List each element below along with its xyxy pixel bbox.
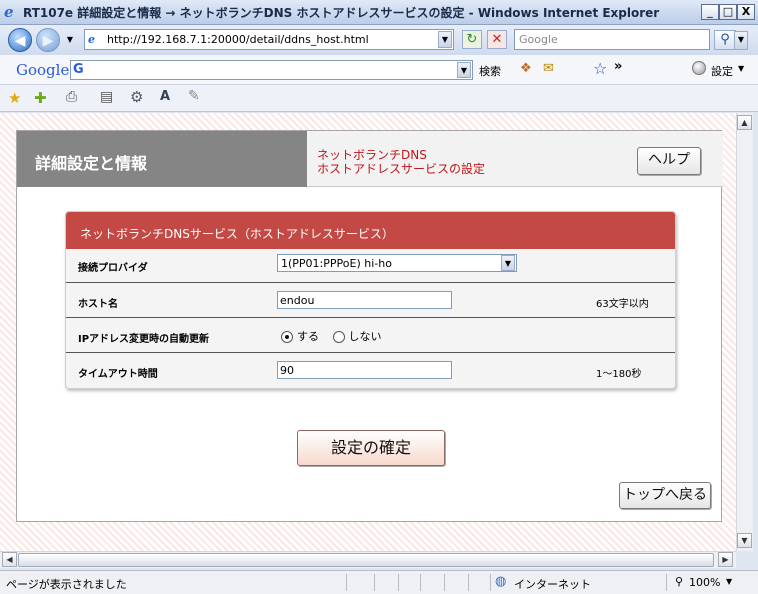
- radio-yes[interactable]: する: [281, 330, 319, 343]
- command-bar: ★ ✚ ⎙ ▤ ⚙ A ✎: [0, 85, 758, 112]
- chevron-down-icon[interactable]: ▼: [501, 255, 515, 271]
- search-input[interactable]: Google: [514, 29, 710, 50]
- form-row-auto-update: IPアドレス変更時の自動更新 する しない: [66, 318, 675, 353]
- stop-icon[interactable]: ✕: [487, 30, 507, 49]
- timeout-input[interactable]: 90: [277, 361, 452, 379]
- bookmark-icon[interactable]: ✉: [543, 61, 554, 76]
- google-settings-button[interactable]: 設定: [711, 63, 733, 79]
- url-text: http://192.168.7.1:20000/detail/ddns_hos…: [107, 33, 369, 46]
- forward-button[interactable]: ▶: [36, 28, 60, 52]
- google-logo: Google: [16, 61, 70, 79]
- vertical-scrollbar[interactable]: ▲ ▼: [736, 113, 753, 551]
- history-dropdown-icon[interactable]: ▼: [63, 32, 77, 49]
- auto-update-label: IPアドレス変更時の自動更新: [78, 334, 210, 345]
- radio-unchecked-icon[interactable]: [332, 331, 345, 343]
- status-text: ページが表示されました: [6, 578, 127, 591]
- page-subtitle: ネットボランチDNS ホストアドレスサービスの設定: [317, 148, 485, 176]
- google-dropdown-icon[interactable]: ▼: [457, 62, 471, 78]
- ie-logo-icon: e: [4, 3, 14, 21]
- form-row-hostname: ホスト名 endou 63文字以内: [66, 283, 675, 318]
- scroll-right-icon[interactable]: ▶: [718, 552, 733, 567]
- google-g-icon: G: [73, 62, 84, 77]
- confirm-settings-button[interactable]: 設定の確定: [297, 430, 445, 466]
- text-size-icon[interactable]: A: [160, 89, 170, 104]
- form-title: ネットボランチDNSサービス（ホストアドレスサービス）: [66, 212, 675, 249]
- hostname-note: 63文字以内: [596, 299, 649, 310]
- zoom-dropdown-icon[interactable]: ▼: [726, 577, 732, 586]
- scroll-left-icon[interactable]: ◀: [2, 552, 17, 567]
- page-icon: e: [88, 32, 95, 46]
- scroll-up-icon[interactable]: ▲: [737, 115, 752, 130]
- radio-checked-icon[interactable]: [281, 331, 293, 343]
- page-menu-icon[interactable]: ▤: [100, 89, 113, 105]
- scroll-down-icon[interactable]: ▼: [737, 533, 752, 548]
- google-search-input[interactable]: G ▼: [70, 60, 473, 80]
- provider-select[interactable]: 1(PP01:PPPoE) hi-ho ▼: [277, 254, 517, 272]
- tools-gear-icon[interactable]: ⚙: [130, 88, 143, 106]
- page-title: 詳細設定と情報: [17, 131, 307, 187]
- settings-icon: [692, 61, 706, 75]
- pen-icon[interactable]: ✎: [188, 88, 200, 104]
- print-icon[interactable]: ⎙: [66, 89, 77, 105]
- favorites-star-icon[interactable]: ★: [8, 89, 21, 107]
- window-title: RT107e 詳細設定と情報 → ネットボランチDNS ホストアドレスサービスの…: [23, 5, 660, 20]
- zone-text: インターネット: [514, 578, 591, 591]
- pagerank-icon[interactable]: ❖: [520, 61, 532, 76]
- navigation-bar: ◀ ▶ ▼ e http://192.168.7.1:20000/detail/…: [0, 25, 758, 55]
- radio-yes-label: する: [297, 330, 319, 343]
- hostname-input[interactable]: endou: [277, 291, 452, 309]
- internet-zone-icon: ◍: [495, 574, 507, 589]
- hostname-label: ホスト名: [78, 299, 118, 310]
- provider-label: 接続プロバイダ: [78, 263, 148, 274]
- timeout-note: 1〜180秒: [596, 369, 642, 380]
- add-favorite-icon[interactable]: ✚: [34, 89, 47, 107]
- form-row-provider: 接続プロバイダ 1(PP01:PPPoE) hi-ho ▼: [66, 249, 675, 283]
- search-icon[interactable]: ⚲: [714, 30, 736, 50]
- google-search-button[interactable]: 検索: [479, 63, 501, 79]
- back-button[interactable]: ◀: [8, 28, 32, 52]
- star-icon[interactable]: ☆: [593, 59, 607, 78]
- horizontal-scrollbar[interactable]: ◀ ▶: [0, 551, 736, 568]
- more-chevron-icon[interactable]: »: [614, 59, 622, 74]
- radio-no-label: しない: [348, 330, 382, 343]
- settings-panel: 詳細設定と情報 ネットボランチDNS ホストアドレスサービスの設定 ヘルプ ネッ…: [16, 130, 723, 522]
- zoom-icon[interactable]: ⚲: [675, 575, 683, 588]
- title-bar[interactable]: e RT107e 詳細設定と情報 → ネットボランチDNS ホストアドレスサービ…: [0, 0, 758, 25]
- help-button[interactable]: ヘルプ: [637, 147, 701, 175]
- status-bar: ページが表示されました ◍ インターネット ⚲ 100% ▼: [0, 570, 758, 594]
- settings-dropdown-icon[interactable]: ▼: [738, 64, 744, 73]
- settings-form: ネットボランチDNSサービス（ホストアドレスサービス） 接続プロバイダ 1(PP…: [65, 211, 676, 389]
- radio-no[interactable]: しない: [332, 330, 382, 343]
- provider-selected-value: 1(PP01:PPPoE) hi-ho: [281, 257, 392, 270]
- address-bar[interactable]: e http://192.168.7.1:20000/detail/ddns_h…: [84, 29, 454, 50]
- auto-update-options: する しない: [281, 328, 382, 344]
- refresh-icon[interactable]: ↻: [462, 30, 482, 49]
- subtitle-line-2: ホストアドレスサービスの設定: [317, 162, 486, 176]
- zoom-level[interactable]: 100%: [689, 576, 720, 589]
- search-options-icon[interactable]: ▼: [734, 31, 748, 50]
- arrow-left-icon: ◀: [14, 33, 26, 49]
- google-toolbar: Google G ▼ 検索 ❖ ✉ ☆ » 設定 ▼: [0, 55, 758, 85]
- scroll-thumb[interactable]: [18, 553, 714, 567]
- timeout-label: タイムアウト時間: [78, 369, 158, 380]
- page-subtitle-area: ネットボランチDNS ホストアドレスサービスの設定 ヘルプ: [307, 131, 723, 187]
- close-button[interactable]: X: [737, 4, 755, 20]
- maximize-button[interactable]: □: [719, 4, 737, 20]
- form-row-timeout: タイムアウト時間 90 1〜180秒: [66, 353, 675, 388]
- back-to-top-button[interactable]: トップへ戻る: [619, 482, 711, 509]
- address-dropdown-icon[interactable]: ▼: [438, 31, 452, 48]
- minimize-button[interactable]: _: [701, 4, 719, 20]
- subtitle-line-1: ネットボランチDNS: [317, 148, 427, 162]
- arrow-right-icon: ▶: [42, 33, 54, 49]
